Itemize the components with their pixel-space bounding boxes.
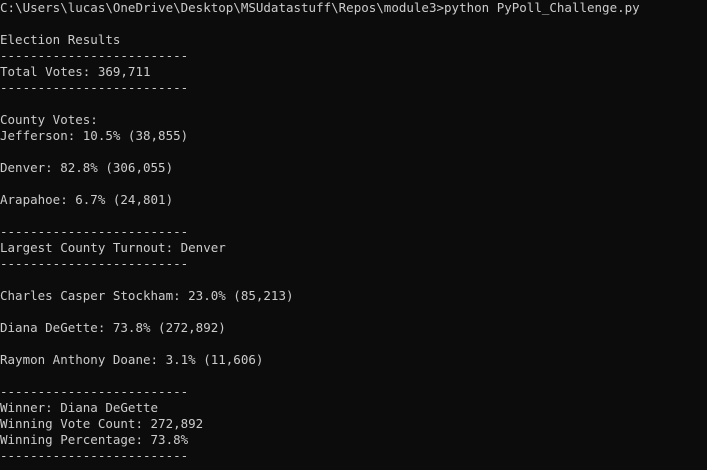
separator-line: ------------------------- [0,256,189,271]
winning-vote-count-line: Winning Vote Count: 272,892 [0,416,204,431]
total-votes-line: Total Votes: 369,711 [0,64,151,79]
winning-percentage-line: Winning Percentage: 73.8% [0,432,189,447]
results-heading: Election Results [0,32,121,47]
terminal-window[interactable]: C:\Users\lucas\OneDrive\Desktop\MSUdatas… [0,0,707,470]
separator-line: ------------------------- [0,224,189,239]
separator-line: ------------------------- [0,48,189,63]
county-result-jefferson: Jefferson: 10.5% (38,855) [0,128,189,143]
county-votes-heading: County Votes: [0,112,98,127]
separator-line: ------------------------- [0,384,189,399]
candidate-result-degette: Diana DeGette: 73.8% (272,892) [0,320,226,335]
county-result-arapahoe: Arapahoe: 6.7% (24,801) [0,192,174,207]
separator-line: ------------------------- [0,80,189,95]
county-result-denver: Denver: 82.8% (306,055) [0,160,174,175]
command-prompt-line: C:\Users\lucas\OneDrive\Desktop\MSUdatas… [0,0,640,15]
largest-county-line: Largest County Turnout: Denver [0,240,226,255]
candidate-result-doane: Raymon Anthony Doane: 3.1% (11,606) [0,352,264,367]
separator-line: ------------------------- [0,448,189,463]
candidate-result-stockham: Charles Casper Stockham: 23.0% (85,213) [0,288,294,303]
winner-line: Winner: Diana DeGette [0,400,159,415]
